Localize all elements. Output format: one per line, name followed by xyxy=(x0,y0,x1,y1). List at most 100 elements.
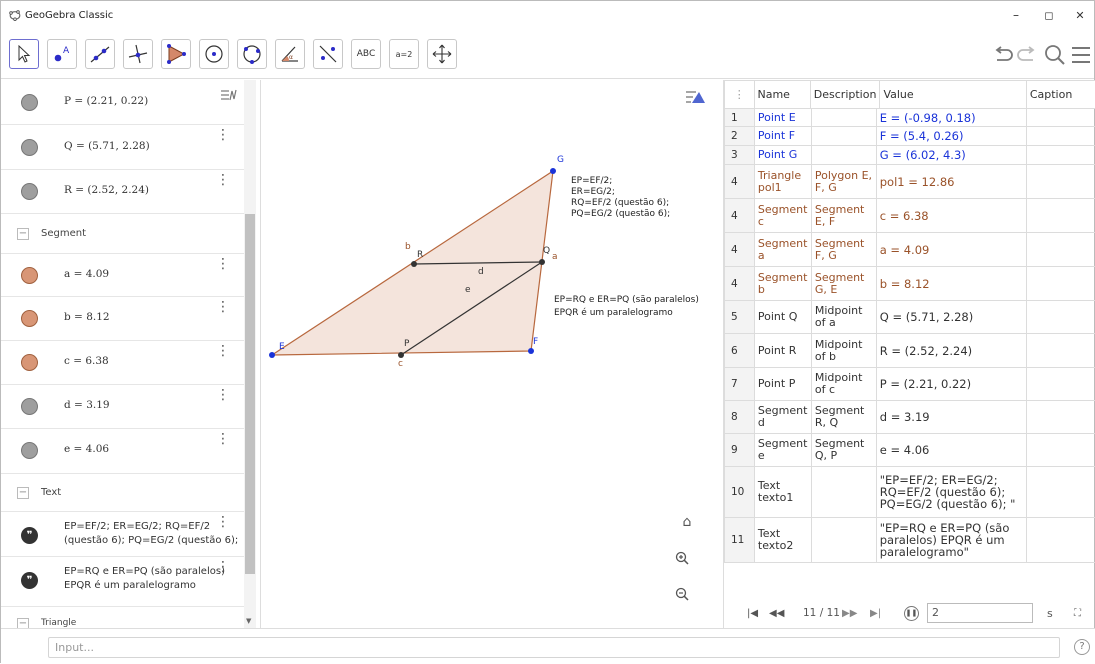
cell-caption[interactable] xyxy=(1026,467,1095,518)
zoom-out-button[interactable] xyxy=(675,587,699,611)
group-header-segment[interactable]: − Segment xyxy=(1,214,244,254)
more-options-icon[interactable]: ⋮ xyxy=(216,133,230,137)
help-icon[interactable]: ? xyxy=(1074,639,1090,655)
visibility-toggle[interactable] xyxy=(21,442,38,459)
algebra-item-segment-d[interactable]: d = 3.19 ⋮ xyxy=(1,385,244,429)
cell-name[interactable]: Text texto1 xyxy=(754,467,811,518)
point-g[interactable] xyxy=(550,168,556,174)
line-tool-button[interactable] xyxy=(85,39,115,69)
more-options-icon[interactable]: ⋮ xyxy=(216,349,230,353)
algebra-item-point-p[interactable]: P = (2.21, 0.22) xyxy=(1,80,244,125)
protocol-row[interactable]: 10Text texto1"EP=EF/2; ER=EG/2; RQ=EF/2 … xyxy=(725,467,1095,518)
row-number[interactable]: 9 xyxy=(725,434,755,467)
graphics-view[interactable]: E F G P Q R a b c d e EP=EF/2; ER=EG/2; … xyxy=(262,80,722,628)
text-quote-icon[interactable]: ❞ xyxy=(21,527,38,544)
text-object-texto2[interactable]: EP=RQ e ER=PQ (são paralelos) EPQR é um … xyxy=(554,294,699,320)
cell-value[interactable]: F = (5.4, 0.26) xyxy=(876,127,1026,146)
slider-tool-button[interactable]: a=2 xyxy=(389,39,419,69)
algebra-item-text1[interactable]: ❞ EP=EF/2; ER=EG/2; RQ=EF/2 (questão 6);… xyxy=(1,512,244,557)
cell-name[interactable]: Text texto2 xyxy=(754,518,811,563)
algebra-expression[interactable]: P = (2.21, 0.22) xyxy=(64,95,148,107)
cell-name[interactable]: Segment a xyxy=(754,233,811,267)
row-number[interactable]: 4 xyxy=(725,267,755,301)
algebra-expression[interactable]: Q = (5.71, 2.28) xyxy=(64,140,150,152)
search-button[interactable] xyxy=(1042,41,1068,69)
cell-description[interactable]: Segment E, F xyxy=(811,199,876,233)
row-number[interactable]: 4 xyxy=(725,199,755,233)
cell-description[interactable] xyxy=(811,127,876,146)
point-f[interactable] xyxy=(528,348,534,354)
protocol-row[interactable]: 4Triangle pol1Polygon E, F, Gpol1 = 12.8… xyxy=(725,165,1095,199)
row-number[interactable]: 8 xyxy=(725,401,755,434)
cell-caption[interactable] xyxy=(1026,334,1095,368)
move-graphics-tool-button[interactable] xyxy=(427,39,457,69)
protocol-row[interactable]: 9Segment eSegment Q, Pe = 4.06 xyxy=(725,434,1095,467)
move-tool-button[interactable] xyxy=(9,39,39,69)
protocol-row[interactable]: 11Text texto2"EP=RQ e ER=PQ (são paralel… xyxy=(725,518,1095,563)
protocol-row[interactable]: 4Segment cSegment E, Fc = 6.38 xyxy=(725,199,1095,233)
cell-description[interactable] xyxy=(811,467,876,518)
cell-description[interactable]: Segment G, E xyxy=(811,267,876,301)
algebra-expression[interactable]: c = 6.38 xyxy=(64,355,109,367)
zoom-in-button[interactable] xyxy=(675,551,699,575)
perpendicular-tool-button[interactable] xyxy=(123,39,153,69)
drag-handle-icon[interactable]: ⋮ xyxy=(725,81,755,109)
algebra-item-point-r[interactable]: R = (2.52, 2.24) ⋮ xyxy=(1,170,244,214)
collapse-icon[interactable]: − xyxy=(17,487,29,499)
cell-caption[interactable] xyxy=(1026,146,1095,165)
row-number[interactable]: 5 xyxy=(725,301,755,334)
more-options-icon[interactable]: ⋮ xyxy=(216,520,230,524)
group-header-triangle[interactable]: − Triangle xyxy=(1,607,244,628)
algebra-expression[interactable]: d = 3.19 xyxy=(64,399,110,411)
group-header-text[interactable]: − Text xyxy=(1,474,244,512)
visibility-toggle[interactable] xyxy=(21,94,38,111)
cell-value[interactable]: b = 8.12 xyxy=(876,267,1026,301)
visibility-toggle[interactable] xyxy=(21,183,38,200)
protocol-row[interactable]: 8Segment dSegment R, Qd = 3.19 xyxy=(725,401,1095,434)
algebra-text-expression[interactable]: EP=RQ e ER=PQ (são paralelos) EPQR é um … xyxy=(64,565,225,593)
row-number[interactable]: 7 xyxy=(725,368,755,401)
point-tool-button[interactable]: A xyxy=(47,39,77,69)
cell-value[interactable]: a = 4.09 xyxy=(876,233,1026,267)
text-quote-icon[interactable]: ❞ xyxy=(21,572,38,589)
previous-step-icon[interactable]: ◀◀ xyxy=(769,608,784,619)
row-number[interactable]: 4 xyxy=(725,233,755,267)
cell-value[interactable]: c = 6.38 xyxy=(876,199,1026,233)
cell-caption[interactable] xyxy=(1026,518,1095,563)
cell-description[interactable]: Polygon E, F, G xyxy=(811,165,876,199)
row-number[interactable]: 2 xyxy=(725,127,755,146)
next-step-icon[interactable]: ▶▶ xyxy=(842,608,857,619)
cell-value[interactable]: R = (2.52, 2.24) xyxy=(876,334,1026,368)
cell-caption[interactable] xyxy=(1026,301,1095,334)
cell-caption[interactable] xyxy=(1026,233,1095,267)
algebra-input-field[interactable]: Input... xyxy=(48,637,1060,658)
first-step-icon[interactable]: |◀ xyxy=(747,608,758,619)
algebra-expression[interactable]: R = (2.52, 2.24) xyxy=(64,184,149,196)
collapse-icon[interactable]: − xyxy=(17,618,29,628)
cell-description[interactable] xyxy=(811,146,876,165)
algebra-item-segment-b[interactable]: b = 8.12 ⋮ xyxy=(1,297,244,341)
more-options-icon[interactable]: ⋮ xyxy=(216,393,230,397)
undo-button[interactable] xyxy=(990,41,1016,69)
cell-caption[interactable] xyxy=(1026,199,1095,233)
cell-description[interactable]: Segment R, Q xyxy=(811,401,876,434)
algebra-item-segment-a[interactable]: a = 4.09 ⋮ xyxy=(1,254,244,297)
cell-name[interactable]: Point E xyxy=(754,109,811,127)
construction-canvas[interactable] xyxy=(262,80,722,628)
row-number[interactable]: 6 xyxy=(725,334,755,368)
cell-value[interactable]: P = (2.21, 0.22) xyxy=(876,368,1026,401)
point-r[interactable] xyxy=(411,261,417,267)
protocol-row[interactable]: 3Point GG = (6.02, 4.3) xyxy=(725,146,1095,165)
circle-tool-button[interactable] xyxy=(199,39,229,69)
protocol-row[interactable]: 1Point EE = (-0.98, 0.18) xyxy=(725,109,1095,127)
column-header-value[interactable]: Value xyxy=(880,81,1026,109)
cell-caption[interactable] xyxy=(1026,401,1095,434)
cell-caption[interactable] xyxy=(1026,109,1095,127)
text-tool-button[interactable]: ABC xyxy=(351,39,381,69)
scroll-down-arrow-icon[interactable]: ▼ xyxy=(246,617,251,625)
algebra-scrollbar[interactable]: ▼ xyxy=(244,80,256,628)
algebra-item-point-q[interactable]: Q = (5.71, 2.28) ⋮ xyxy=(1,125,244,170)
cell-caption[interactable] xyxy=(1026,434,1095,467)
reflect-tool-button[interactable] xyxy=(313,39,343,69)
more-options-icon[interactable]: ⋮ xyxy=(216,305,230,309)
